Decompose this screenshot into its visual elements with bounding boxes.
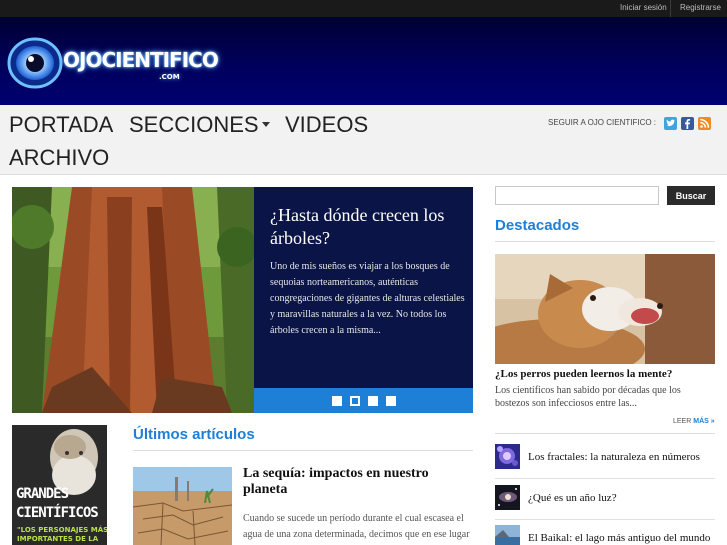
search-input[interactable] [495, 186, 659, 205]
ad-banner-grandes-cientificos[interactable]: GRANDES CIENTÍFICOS "LOS PERSONAJES MÁS … [12, 425, 107, 545]
divider [495, 478, 715, 479]
chevron-down-icon [261, 121, 270, 127]
top-bar: Iniciar sesión Registrarse [0, 0, 727, 17]
slide-dot-2[interactable] [350, 396, 360, 406]
slide-dot-1[interactable] [332, 396, 342, 406]
list-item-title: El Baikal: el lago más antiguo del mundo [528, 532, 711, 544]
slide-caption-panel: ¿Hasta dónde crecen los árboles? Uno de … [254, 187, 473, 388]
logo-ojo: OJO [63, 48, 102, 72]
facebook-icon[interactable] [681, 117, 694, 130]
nav-item-archivo[interactable]: ARCHIVO [9, 145, 109, 171]
read-more-suffix: MÁS » [693, 418, 715, 425]
lake-thumbnail [495, 525, 520, 545]
slide-title[interactable]: ¿Hasta dónde crecen los árboles? [270, 204, 465, 250]
latest-heading: Últimos artículos [133, 426, 255, 443]
divider [495, 241, 715, 242]
article-title[interactable]: La sequía: impactos en nuestro planeta [243, 466, 458, 498]
list-item[interactable]: ¿Qué es un año luz? [495, 485, 715, 520]
fractal-thumbnail [495, 444, 520, 469]
featured-image-dog[interactable] [495, 254, 715, 364]
featured-title[interactable]: ¿Los perros pueden leernos la mente? [495, 368, 672, 380]
search-button[interactable]: Buscar [667, 186, 715, 205]
logo-domain: .COM [159, 73, 180, 81]
slide-excerpt: Uno de mis sueños es viajar a los bosque… [270, 261, 465, 336]
login-link[interactable]: Iniciar sesión [620, 3, 667, 12]
list-item[interactable]: El Baikal: el lago más antiguo del mundo [495, 525, 715, 545]
list-item-title: Los fractales: la naturaleza en números [528, 451, 700, 463]
featured-heading: Destacados [495, 217, 580, 234]
main-nav: PORTADA SECCIONES VIDEOS ARCHIVO SEGUIR … [0, 105, 727, 175]
slide-dot-4[interactable] [386, 396, 396, 406]
site-logo[interactable]: OJOCIENTIFICO .COM [6, 36, 219, 96]
galaxy-thumbnail [495, 485, 520, 510]
featured-excerpt: Los científicos han sabido por décadas q… [495, 385, 681, 409]
nav-item-secciones[interactable]: SECCIONES [129, 112, 270, 138]
logo-cientifico: CIENTIFICO [101, 48, 218, 72]
list-item-title: ¿Qué es un año luz? [528, 492, 617, 504]
list-item[interactable]: Los fractales: la naturaleza en números [495, 444, 715, 479]
read-more-link[interactable]: LEER MÁS » [673, 418, 715, 425]
slide-dot-3[interactable] [368, 396, 378, 406]
article-image-drought[interactable] [133, 467, 232, 545]
divider [495, 519, 715, 520]
eye-logo-icon [7, 37, 63, 89]
read-more-prefix: LEER [673, 418, 692, 425]
follow-label: SEGUIR A OJO CIENTIFICO : [548, 118, 657, 127]
nav-item-videos[interactable]: VIDEOS [285, 112, 368, 138]
ad-title: GRANDES CIENTÍFICOS [16, 486, 99, 521]
nav-item-secciones-label: SECCIONES [129, 112, 259, 137]
rss-icon[interactable] [698, 117, 711, 130]
logo-wordmark: OJOCIENTIFICO [63, 48, 219, 72]
ad-subtitle: "LOS PERSONAJES MÁS IMPORTANTES DE LA [17, 526, 107, 543]
slide-pagination [254, 388, 473, 413]
register-link[interactable]: Registrarse [680, 3, 721, 12]
twitter-icon[interactable] [664, 117, 677, 130]
divider [133, 450, 473, 451]
nav-item-portada[interactable]: PORTADA [9, 112, 113, 138]
topbar-divider [670, 0, 671, 17]
article-excerpt: Cuando se sucede un período durante el c… [243, 513, 470, 540]
featured-slider: ¿Hasta dónde crecen los árboles? Uno de … [12, 187, 473, 413]
site-header: OJOCIENTIFICO .COM [0, 17, 727, 105]
divider [495, 433, 715, 434]
slide-image-sequoia[interactable] [12, 187, 254, 413]
